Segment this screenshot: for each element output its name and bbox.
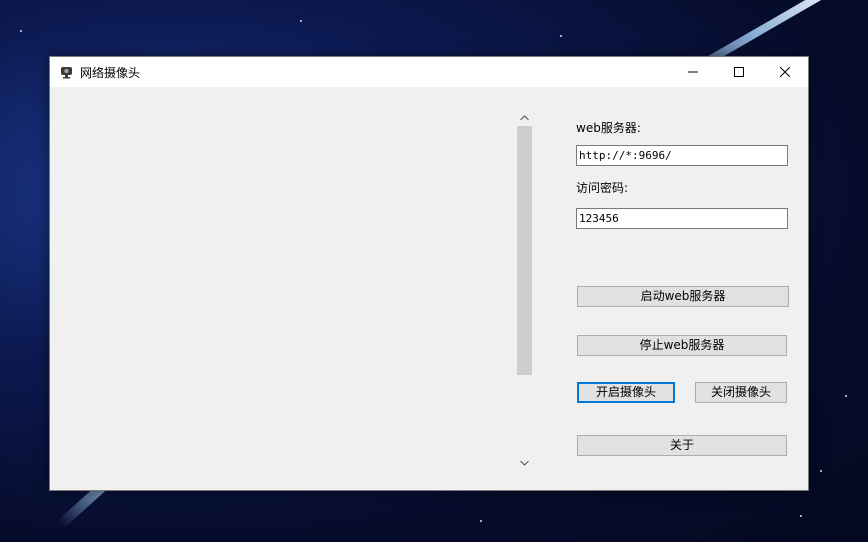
scrollbar-thumb[interactable] xyxy=(517,126,532,375)
minimize-button[interactable] xyxy=(670,57,716,87)
open-camera-button[interactable]: 开启摄像头 xyxy=(577,382,675,403)
access-password-label: 访问密码: xyxy=(576,181,629,195)
maximize-icon xyxy=(734,67,744,77)
chevron-down-icon xyxy=(520,460,529,466)
star xyxy=(845,395,847,397)
close-button[interactable] xyxy=(762,57,808,87)
web-server-url-input[interactable]: http://*:9696/ xyxy=(576,145,788,166)
scroll-down-button[interactable] xyxy=(516,454,533,471)
star xyxy=(560,35,562,37)
close-icon xyxy=(780,67,790,77)
star xyxy=(820,470,822,472)
title-bar[interactable]: 网络摄像头 xyxy=(50,57,808,87)
camera-icon xyxy=(59,64,75,80)
stop-web-server-button[interactable]: 停止web服务器 xyxy=(577,335,787,356)
minimize-icon xyxy=(688,71,698,73)
caption-buttons xyxy=(670,57,808,87)
star xyxy=(480,520,482,522)
access-password-input[interactable]: 123456 xyxy=(576,208,788,229)
maximize-button[interactable] xyxy=(716,57,762,87)
close-camera-button[interactable]: 关闭摄像头 xyxy=(695,382,787,403)
scroll-up-button[interactable] xyxy=(516,109,533,126)
about-button[interactable]: 关于 xyxy=(577,435,787,456)
star xyxy=(20,30,22,32)
star xyxy=(300,20,302,22)
app-window: 网络摄像头 web服务器: http://*:9696/ 访问密码: 12345… xyxy=(49,56,809,491)
vertical-scrollbar[interactable] xyxy=(516,109,533,471)
web-server-label: web服务器: xyxy=(576,121,641,135)
start-web-server-button[interactable]: 启动web服务器 xyxy=(577,286,789,307)
window-title: 网络摄像头 xyxy=(80,65,141,80)
chevron-up-icon xyxy=(520,114,529,120)
star xyxy=(800,515,802,517)
